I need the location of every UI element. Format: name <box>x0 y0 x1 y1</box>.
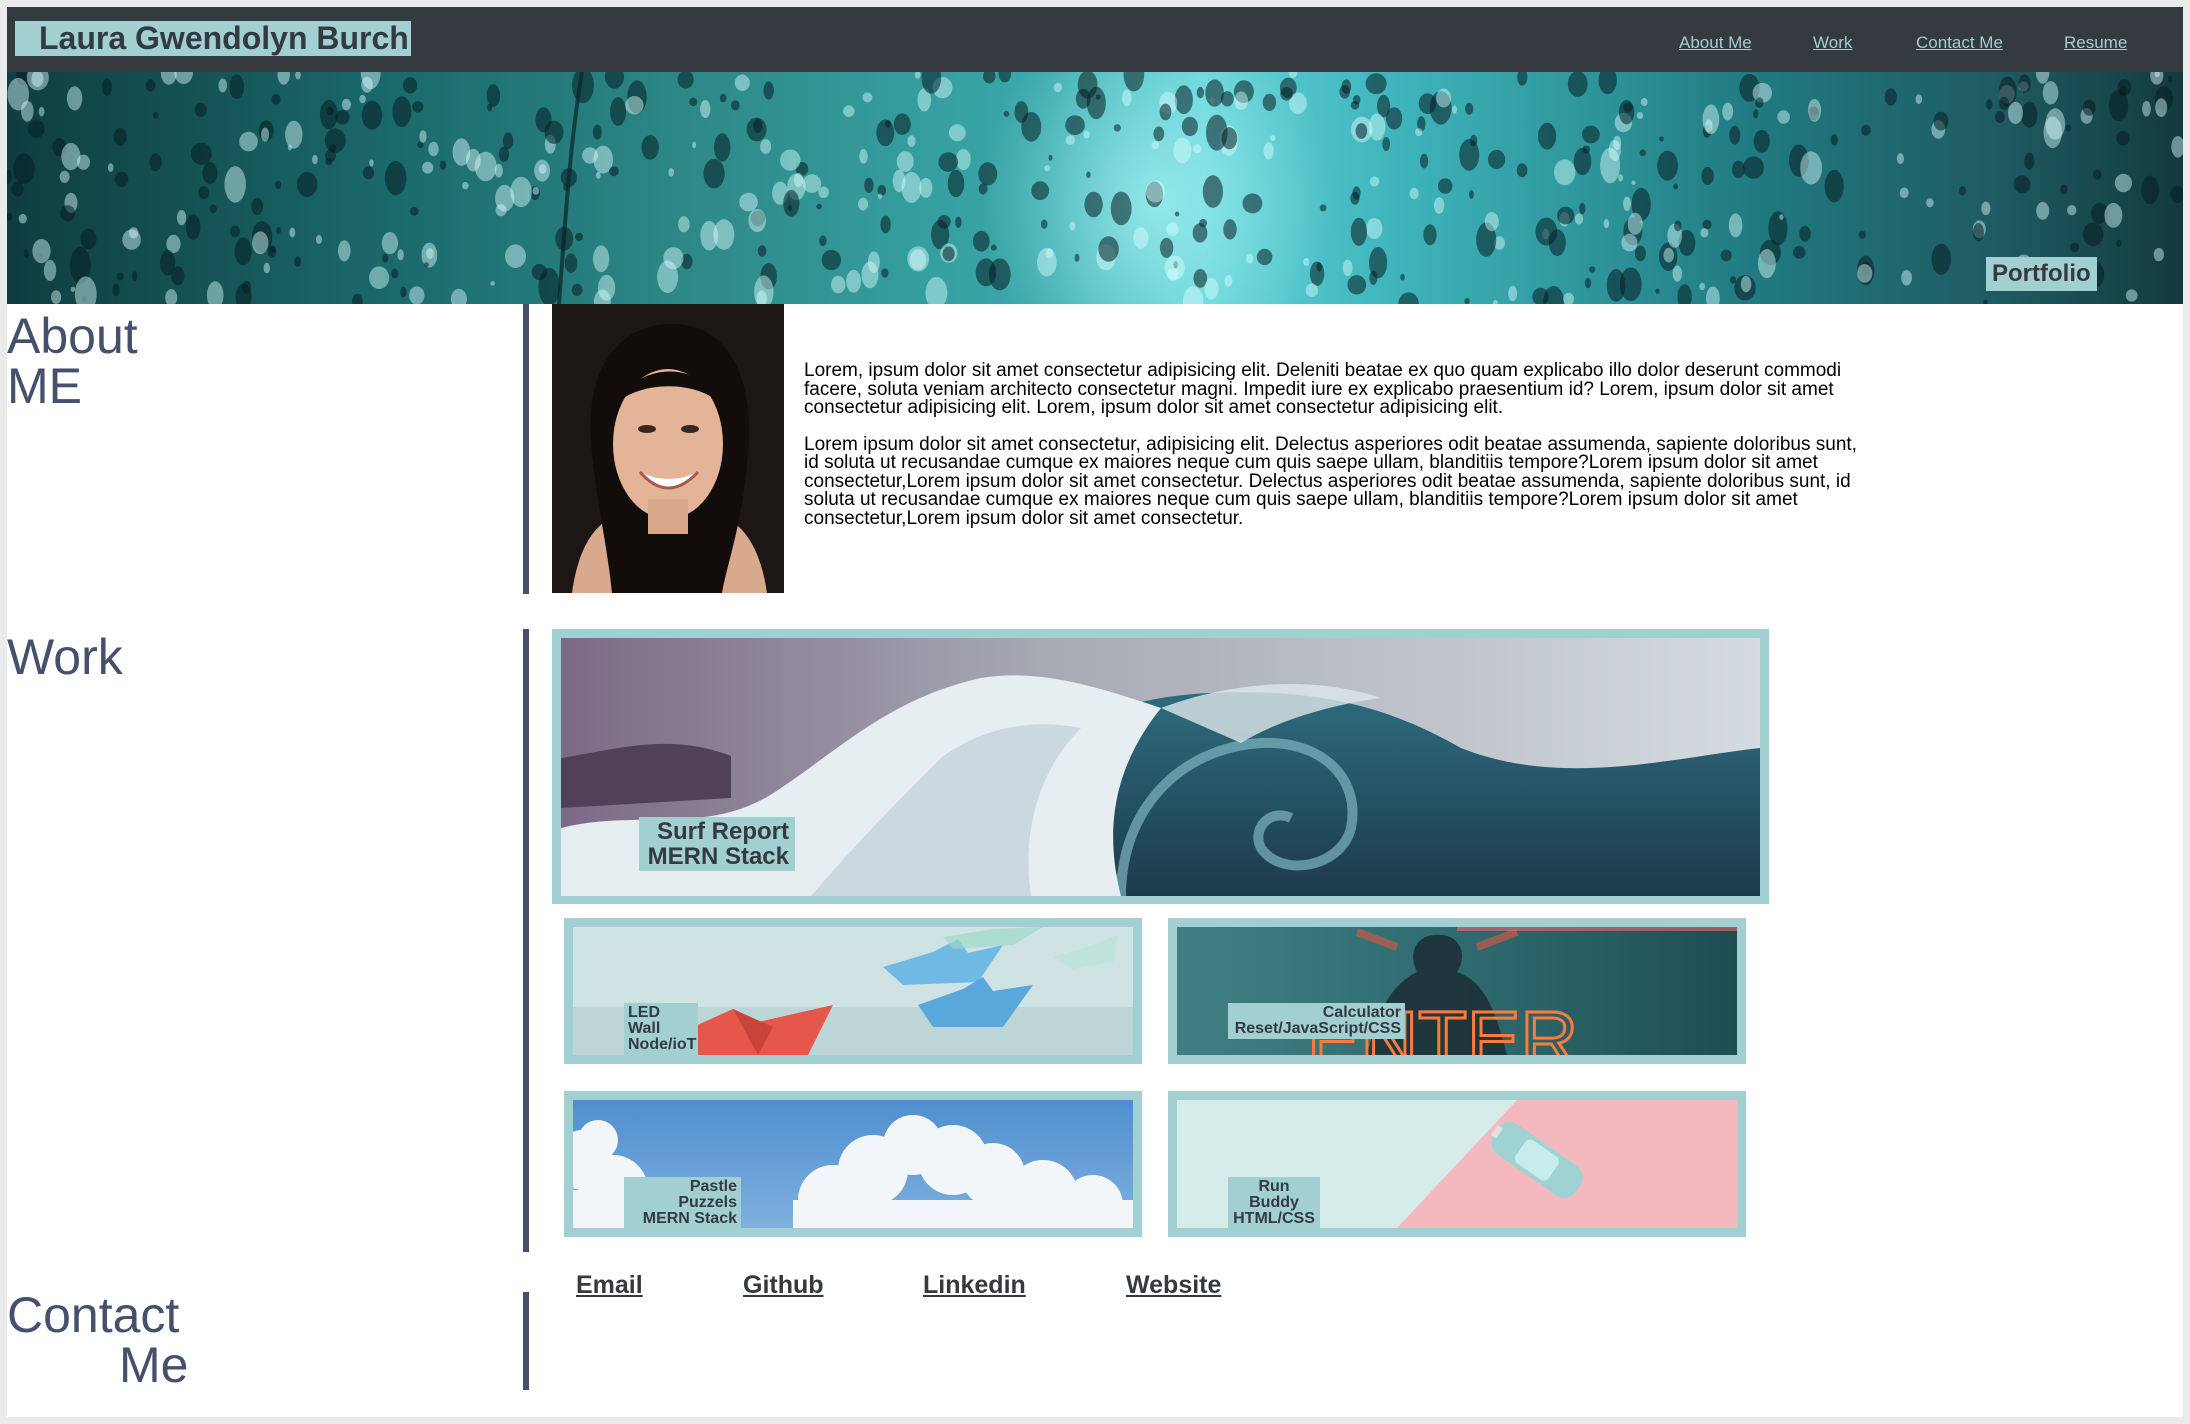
contact-heading-line2: Me <box>119 1337 189 1393</box>
about-paragraph-1: Lorem, ipsum dolor sit amet consectetur … <box>804 360 1842 418</box>
project-card-pastle-puzzels[interactable]: Pastle Puzzels MERN Stack <box>564 1091 1142 1237</box>
calculator-stack: Reset/JavaScript/CSS <box>1234 1020 1401 1037</box>
pastle-puzzels-label: Pastle Puzzels MERN Stack <box>624 1177 741 1229</box>
about-heading-line2: ME <box>7 358 82 414</box>
run-buddy-stack: HTML/CSS <box>1233 1210 1315 1227</box>
contact-linkedin-link[interactable]: Linkedin <box>923 1271 1026 1300</box>
contact-email-link[interactable]: Email <box>576 1271 643 1300</box>
about-heading: About ME <box>7 311 138 411</box>
about-heading-line1: About <box>7 308 138 364</box>
surf-report-stack: MERN Stack <box>647 843 789 870</box>
calculator-title: Calculator <box>1322 1004 1401 1021</box>
pastle-puzzels-stack: MERN Stack <box>642 1210 737 1227</box>
project-card-run-buddy[interactable]: Run Buddy HTML/CSS <box>1168 1091 1746 1237</box>
contact-heading-line1: Contact <box>7 1287 180 1343</box>
work-divider <box>523 629 529 1252</box>
contact-divider <box>523 1292 529 1390</box>
nav-work[interactable]: Work <box>1813 33 1852 53</box>
contact-website-link[interactable]: Website <box>1126 1271 1221 1300</box>
contact-github-link[interactable]: Github <box>743 1271 824 1300</box>
nav-resume[interactable]: Resume <box>2064 33 2127 53</box>
led-wall-stack: Node/ioT <box>628 1036 697 1053</box>
led-wall-label: LED Wall Node/ioT <box>624 1003 698 1055</box>
calculator-label: Calculator Reset/JavaScript/CSS <box>1228 1003 1405 1039</box>
nav-about-me[interactable]: About Me <box>1679 33 1752 53</box>
nav-contact-me[interactable]: Contact Me <box>1916 33 2003 53</box>
led-wall-title: LED Wall <box>628 1004 661 1037</box>
run-buddy-label: Run Buddy HTML/CSS <box>1228 1177 1320 1229</box>
work-heading-text: Work <box>7 629 123 685</box>
contact-heading: Contact Me <box>7 1290 188 1390</box>
pastle-puzzels-title: Pastle Puzzels <box>678 1178 737 1211</box>
project-card-calculator[interactable]: ENTER Calculator Reset/JavaScript/CSS <box>1168 918 1746 1064</box>
about-divider <box>523 304 529 594</box>
page: Laura Gwendolyn Burch About Me Work Cont… <box>7 7 2183 1417</box>
header-bar: Laura Gwendolyn Burch About Me Work Cont… <box>7 7 2183 72</box>
site-title: Laura Gwendolyn Burch <box>15 21 411 56</box>
portfolio-tag: Portfolio <box>1986 257 2097 291</box>
hero-banner: Portfolio <box>7 72 2183 304</box>
about-text: Lorem, ipsum dolor sit amet consectetur … <box>804 360 1864 546</box>
run-buddy-title: Run Buddy <box>1249 1178 1299 1211</box>
rain-drops-image <box>7 72 2183 304</box>
project-card-surf-report[interactable]: Surf Report MERN Stack <box>552 629 1769 904</box>
work-heading: Work <box>7 632 123 682</box>
project-card-led-wall[interactable]: LED Wall Node/ioT <box>564 918 1142 1064</box>
surf-report-label: Surf Report MERN Stack <box>639 817 795 871</box>
profile-photo <box>552 304 784 593</box>
surf-report-title: Surf Report <box>657 818 789 845</box>
about-paragraph-2: Lorem ipsum dolor sit amet consectetur, … <box>804 433 1857 529</box>
